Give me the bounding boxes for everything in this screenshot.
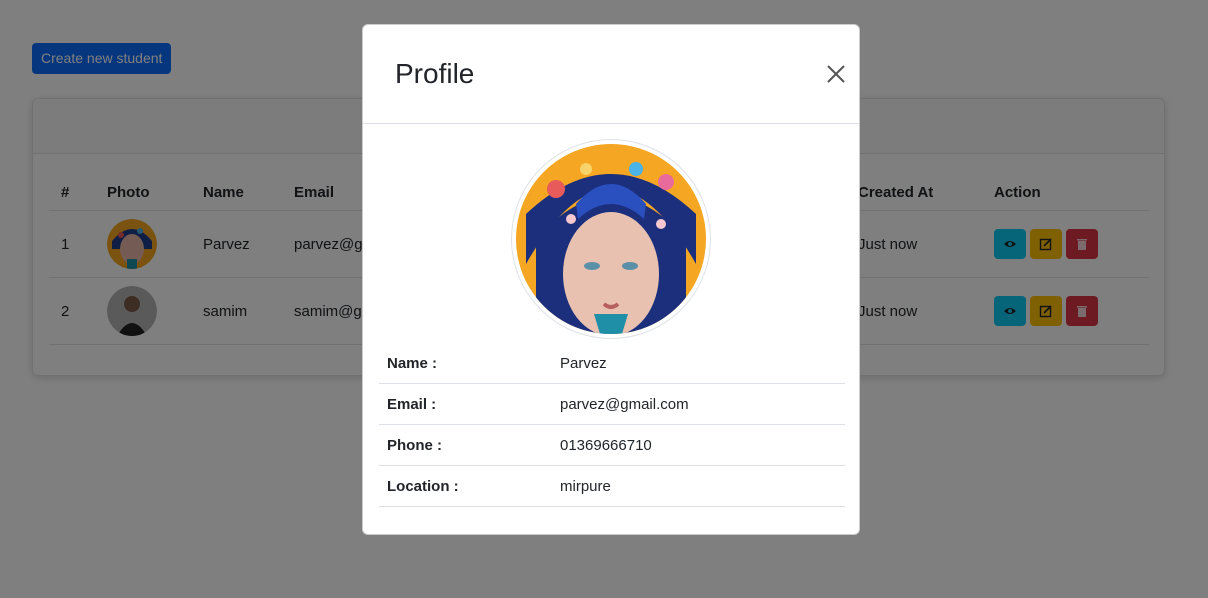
detail-value: 01369666710 <box>552 424 845 466</box>
detail-label: Phone : <box>379 424 552 466</box>
detail-value: parvez@gmail.com <box>552 383 845 425</box>
detail-row-email: Email : parvez@gmail.com <box>379 383 845 425</box>
profile-avatar <box>511 139 711 339</box>
modal-title: Profile <box>395 58 475 89</box>
detail-row-phone: Phone : 01369666710 <box>379 424 845 466</box>
detail-label: Email : <box>379 383 552 425</box>
modal-header: Profile <box>363 25 859 124</box>
detail-row-name: Name : Parvez <box>379 343 845 384</box>
profile-photo <box>516 144 706 334</box>
profile-modal: Profile Name: Parvez Email: parvez@gma… <box>362 24 860 535</box>
profile-details-table: Name : Parvez Email : parvez@gmail.com P… <box>379 343 845 507</box>
detail-value: mirpure <box>552 465 845 507</box>
detail-value: Parvez <box>552 343 845 384</box>
detail-label: Location : <box>379 465 552 507</box>
detail-row-location: Location : mirpure <box>379 465 845 507</box>
close-icon[interactable] <box>825 63 847 85</box>
detail-label: Name : <box>379 343 552 384</box>
